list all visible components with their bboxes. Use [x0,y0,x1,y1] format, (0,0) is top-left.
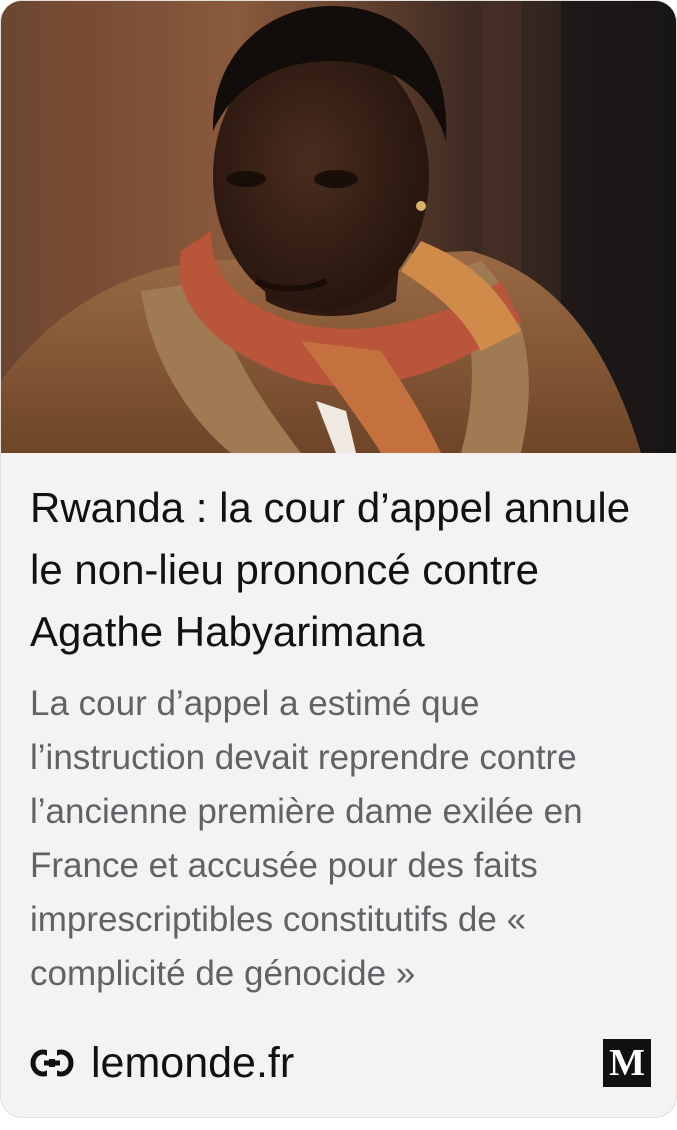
article-image[interactable] [1,1,676,453]
article-description: La cour d’appel a estimé que l’instructi… [30,684,583,993]
card-footer: lemonde.fr M [30,1031,651,1095]
source-domain[interactable]: lemonde.fr [91,1037,294,1089]
link-icon [30,1049,74,1077]
link-preview-card[interactable]: Rwanda : la cour d’appel annule le non-l… [0,0,677,1118]
article-headline[interactable]: Rwanda : la cour d’appel annule le non-l… [30,477,655,663]
publisher-logo: M [603,1039,651,1087]
